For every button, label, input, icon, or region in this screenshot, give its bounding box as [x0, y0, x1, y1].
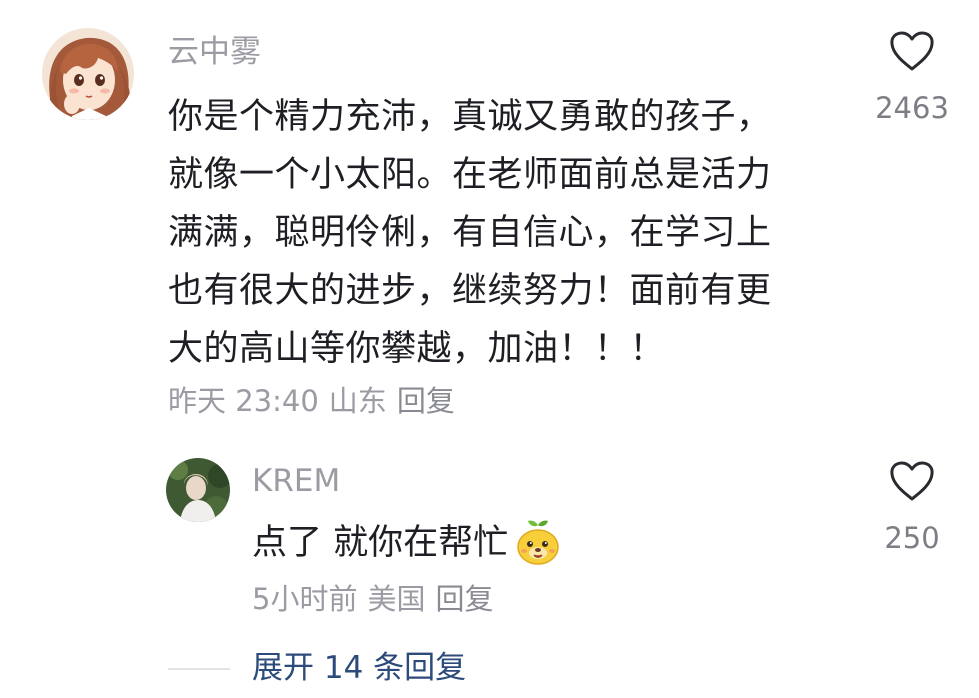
- comment-meta: 昨天 23:40 山东 回复: [168, 380, 465, 422]
- avatar[interactable]: [42, 28, 134, 120]
- like-count: 250: [884, 521, 940, 555]
- anime-girl-avatar-image: [42, 28, 134, 120]
- reply-button[interactable]: 回复: [435, 582, 493, 616]
- expand-replies-button[interactable]: 展开 14 条回复: [252, 646, 466, 690]
- comment-text-line: 你是个精力充沛，真诚又勇敢的孩子，: [168, 97, 772, 137]
- reply-location: 美国: [367, 582, 426, 616]
- like-button[interactable]: 250: [872, 460, 952, 558]
- comment-username[interactable]: 云中雾: [168, 30, 261, 74]
- comment-text: 你是个精力充沛，真诚又勇敢的孩子， 就像一个小太阳。在老师面前总是活力 满满，聪…: [168, 88, 828, 378]
- comment-text-line: 满满，聪明伶俐，有自信心，在学习上: [168, 213, 772, 253]
- reply-username[interactable]: KREM: [252, 459, 340, 503]
- comment-location: 山东: [328, 384, 387, 418]
- like-count: 2463: [875, 91, 949, 125]
- like-button[interactable]: 2463: [872, 30, 952, 128]
- photo-avatar-image: [166, 458, 230, 522]
- avatar[interactable]: [166, 458, 230, 522]
- heart-outline-icon: [890, 461, 934, 501]
- reply-text: 点了 就你在帮忙: [252, 515, 564, 571]
- comment-text-line: 也有很大的进步，继续努力！面前有更: [168, 271, 772, 311]
- comment-text-line: 大的高山等你攀越，加油！！！: [168, 329, 666, 369]
- heart-outline-icon: [890, 31, 934, 71]
- reply-meta: 5小时前 美国 回复: [252, 578, 503, 620]
- dog-face-emoji: [517, 520, 559, 565]
- comment-time: 昨天 23:40: [168, 384, 319, 418]
- reply-button[interactable]: 回复: [397, 384, 455, 418]
- reply-text-content: 点了 就你在帮忙: [252, 523, 509, 563]
- reply-time: 5小时前: [252, 582, 358, 616]
- comment-text-line: 就像一个小太阳。在老师面前总是活力: [168, 155, 772, 195]
- divider: [168, 668, 230, 670]
